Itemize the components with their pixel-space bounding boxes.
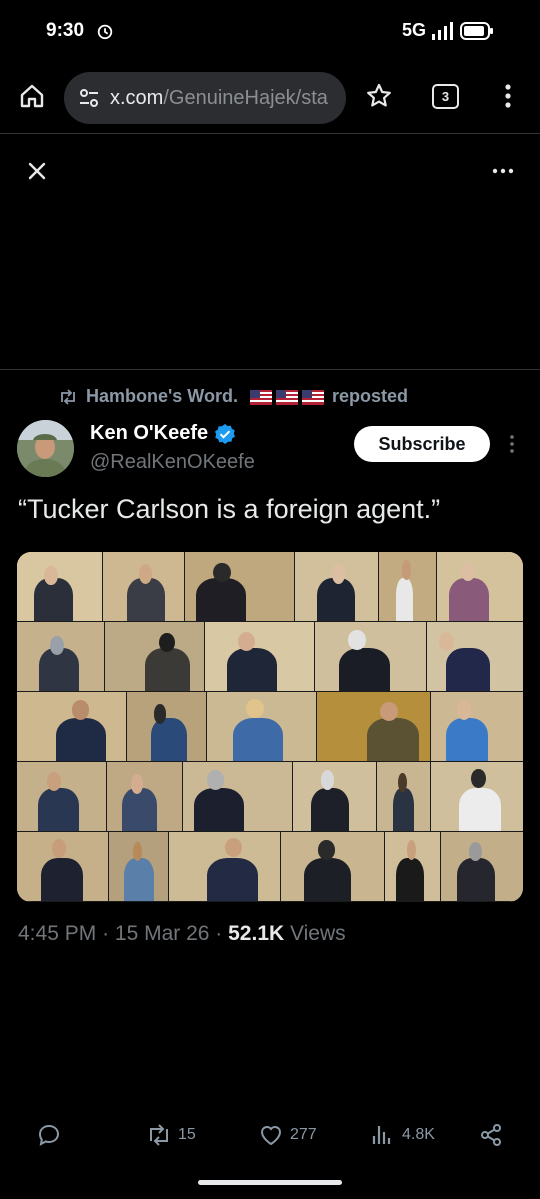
subscribe-button[interactable]: Subscribe bbox=[354, 426, 490, 462]
browser-menu-icon[interactable] bbox=[498, 82, 518, 110]
post-options-icon[interactable] bbox=[508, 434, 516, 454]
bookmark-star-icon[interactable] bbox=[365, 82, 393, 110]
collage-photo bbox=[379, 552, 437, 622]
url-host: x.com bbox=[110, 86, 164, 109]
collage-row bbox=[17, 762, 523, 832]
collage-photo bbox=[169, 832, 281, 902]
action-bar: 15 277 4.8K bbox=[0, 1122, 540, 1154]
collage-photo bbox=[437, 552, 523, 622]
tweet-meta: 4:45 PM · 15 Mar 26 · 52.1K Views bbox=[18, 922, 346, 946]
browser-toolbar: x.com/GenuineHajek/sta 3 bbox=[0, 62, 540, 134]
author-name-text[interactable]: Ken O'Keefe bbox=[90, 422, 208, 445]
verified-badge-icon bbox=[215, 423, 236, 444]
like-button[interactable]: 277 bbox=[258, 1122, 317, 1148]
url-text[interactable]: x.com/GenuineHajek/sta bbox=[110, 87, 328, 110]
collage-photo bbox=[17, 622, 105, 692]
alarm-icon bbox=[97, 24, 113, 40]
views-button[interactable]: 4.8K bbox=[370, 1122, 435, 1148]
views-label: Views bbox=[290, 922, 346, 945]
collage-photo bbox=[293, 762, 377, 832]
collage-photo bbox=[441, 832, 523, 902]
author-handle[interactable]: @RealKenOKeefe bbox=[90, 451, 255, 474]
avatar-image bbox=[17, 420, 74, 477]
network-label: 5G bbox=[401, 20, 426, 40]
repost-context[interactable]: Hambone's Word. reposted bbox=[58, 386, 408, 407]
home-icon[interactable] bbox=[18, 82, 46, 110]
views-count-action: 4.8K bbox=[402, 1126, 435, 1143]
flag-icons bbox=[246, 386, 324, 407]
collage-photo bbox=[205, 622, 315, 692]
collage-photo bbox=[427, 622, 523, 692]
collage-photo bbox=[185, 552, 295, 622]
home-indicator[interactable] bbox=[198, 1180, 342, 1185]
heart-icon bbox=[260, 1126, 282, 1146]
address-bar[interactable]: x.com/GenuineHajek/sta bbox=[64, 72, 346, 124]
more-options-icon[interactable] bbox=[492, 162, 514, 180]
collage-photo bbox=[377, 762, 431, 832]
collage-photo bbox=[105, 622, 205, 692]
collage-photo bbox=[317, 692, 431, 762]
collage-row bbox=[17, 692, 523, 762]
photo-collage[interactable] bbox=[17, 552, 523, 902]
repost-suffix: reposted bbox=[331, 386, 408, 406]
status-indicators: 5G bbox=[402, 20, 494, 41]
collage-row bbox=[17, 552, 523, 622]
signal-icon bbox=[432, 21, 453, 40]
collage-photo bbox=[385, 832, 441, 902]
collage-photo bbox=[281, 832, 385, 902]
repost-user[interactable]: Hambone's Word. bbox=[86, 386, 238, 407]
avatar[interactable] bbox=[17, 420, 74, 477]
collage-photo bbox=[207, 692, 317, 762]
collage-photo bbox=[17, 692, 127, 762]
collage-photo bbox=[109, 832, 169, 902]
site-settings-icon[interactable] bbox=[78, 87, 100, 109]
collage-photo bbox=[315, 622, 427, 692]
meta-separator: · bbox=[102, 922, 115, 945]
like-count: 277 bbox=[290, 1126, 317, 1143]
reply-icon bbox=[38, 1124, 60, 1146]
url-path: /GenuineHajek/sta bbox=[163, 86, 328, 109]
close-icon[interactable] bbox=[26, 160, 48, 182]
collage-photo bbox=[183, 762, 293, 832]
repost-icon bbox=[150, 1124, 168, 1146]
status-bar: 9:30 5G bbox=[0, 0, 540, 60]
collage-photo bbox=[431, 692, 523, 762]
views-count: 52.1K bbox=[228, 922, 285, 945]
collage-photo bbox=[127, 692, 207, 762]
tweet-time[interactable]: 4:45 PM bbox=[18, 922, 96, 945]
analytics-icon bbox=[372, 1126, 391, 1144]
us-flag-icon bbox=[275, 389, 298, 405]
author-name[interactable]: Ken O'Keefe bbox=[90, 422, 236, 445]
repost-icon bbox=[61, 388, 75, 405]
us-flag-icon bbox=[249, 389, 272, 405]
collage-photo bbox=[295, 552, 379, 622]
share-button[interactable] bbox=[478, 1122, 504, 1148]
tweet-text: “Tucker Carlson is a foreign agent.” bbox=[18, 494, 441, 524]
battery-icon bbox=[460, 21, 493, 40]
tweet-date[interactable]: 15 Mar 26 bbox=[115, 922, 210, 945]
status-time: 9:30 bbox=[46, 20, 85, 41]
collage-photo bbox=[17, 762, 107, 832]
divider bbox=[0, 369, 540, 370]
collage-photo bbox=[17, 552, 103, 622]
collage-row bbox=[17, 832, 523, 902]
repost-count: 15 bbox=[178, 1126, 196, 1143]
collage-photo bbox=[103, 552, 185, 622]
meta-separator: · bbox=[215, 922, 229, 945]
share-icon bbox=[481, 1124, 501, 1146]
tab-switcher-button[interactable]: 3 bbox=[432, 84, 459, 109]
collage-photo bbox=[431, 762, 523, 832]
repost-button[interactable]: 15 bbox=[146, 1122, 196, 1148]
us-flag-icon bbox=[301, 389, 324, 405]
collage-row bbox=[17, 622, 523, 692]
collage-photo bbox=[107, 762, 183, 832]
reply-button[interactable] bbox=[36, 1122, 62, 1148]
collage-photo bbox=[17, 832, 109, 902]
